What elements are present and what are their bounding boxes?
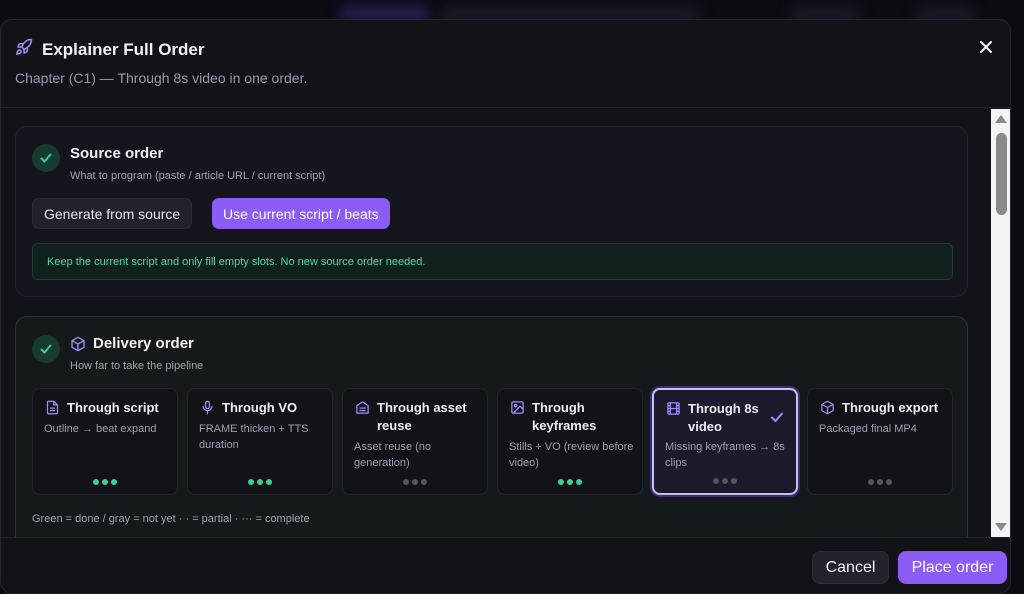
close-button[interactable] xyxy=(976,37,996,57)
place-order-button[interactable]: Place order xyxy=(898,551,1007,584)
film-icon xyxy=(666,401,681,416)
option-description: FRAME thicken + TTS duration xyxy=(199,423,309,451)
option-description: Packaged final MP4 xyxy=(819,423,917,435)
progress-dot-pending xyxy=(403,479,409,485)
image-icon xyxy=(510,400,525,415)
modal-title: Explainer Full Order xyxy=(42,39,205,59)
progress-dot-done xyxy=(558,479,564,485)
delivery-option-through-asset-reuse[interactable]: Through asset reuse Asset reuse (no gene… xyxy=(342,388,488,495)
source-order-description: What to program (paste / article URL / c… xyxy=(70,170,326,182)
delivery-option-through-vo[interactable]: Through VO FRAME thicken + TTS duration xyxy=(187,388,333,495)
delivery-option-through-script[interactable]: Through script Outline → beat expand xyxy=(32,388,178,495)
progress-dots xyxy=(498,479,642,485)
source-order-card: Source order What to program (paste / ar… xyxy=(15,126,968,297)
option-description: Outline → beat expand xyxy=(44,423,157,435)
check-circle-icon xyxy=(32,335,60,363)
progress-dot-pending xyxy=(421,479,427,485)
document-icon xyxy=(45,400,60,415)
delivery-order-title: Delivery order xyxy=(93,335,194,352)
modal-header: Explainer Full Order Chapter (C1) — Thro… xyxy=(1,20,1010,108)
delivery-order-description: How far to take the pipeline xyxy=(70,360,204,372)
progress-dot-done xyxy=(567,479,573,485)
option-description: Stills + VO (review before video) xyxy=(509,441,634,469)
progress-dot-done xyxy=(257,479,263,485)
option-description: Asset reuse (no generation) xyxy=(354,441,432,469)
progress-dot-done xyxy=(93,479,99,485)
option-title: Through 8s video xyxy=(688,401,759,434)
progress-dot-pending xyxy=(877,479,883,485)
modal-body: Source order What to program (paste / ar… xyxy=(1,109,991,537)
selected-check-icon xyxy=(770,410,784,424)
progress-dot-pending xyxy=(412,479,418,485)
title-row: Explainer Full Order xyxy=(15,38,205,61)
order-modal: Explainer Full Order Chapter (C1) — Thro… xyxy=(0,19,1011,594)
check-circle-icon xyxy=(32,144,60,172)
package-icon xyxy=(820,400,835,415)
progress-dots xyxy=(343,479,487,485)
progress-dot-pending xyxy=(886,479,892,485)
progress-dots xyxy=(654,478,796,484)
progress-dot-pending xyxy=(713,478,719,484)
progress-legend: Green = done / gray = not yet · · = part… xyxy=(32,513,310,525)
progress-dot-pending xyxy=(722,478,728,484)
delivery-order-card: Delivery order How far to take the pipel… xyxy=(15,316,968,537)
progress-dot-done xyxy=(266,479,272,485)
progress-dots xyxy=(808,479,952,485)
archive-icon xyxy=(355,400,370,415)
delivery-option-through-keyframes[interactable]: Through keyframes Stills + VO (review be… xyxy=(497,388,643,495)
close-icon xyxy=(980,41,992,53)
progress-dot-pending xyxy=(731,478,737,484)
delivery-option-through-export[interactable]: Through export Packaged final MP4 xyxy=(807,388,953,495)
progress-dots xyxy=(188,479,332,485)
progress-dot-done xyxy=(111,479,117,485)
cancel-button[interactable]: Cancel xyxy=(812,551,889,584)
package-icon xyxy=(70,336,86,352)
generate-from-source-button[interactable]: Generate from source xyxy=(32,198,193,229)
option-title: Through VO xyxy=(222,400,298,415)
option-title: Through script xyxy=(67,400,159,415)
source-order-title: Source order xyxy=(70,145,164,162)
scroll-up-icon[interactable] xyxy=(995,115,1007,123)
scrollbar[interactable] xyxy=(991,109,1010,537)
rocket-icon xyxy=(15,38,33,61)
scrollbar-thumb[interactable] xyxy=(996,133,1007,215)
progress-dot-done xyxy=(248,479,254,485)
scroll-down-icon[interactable] xyxy=(995,523,1007,531)
modal-subtitle: Chapter (C1) — Through 8s video in one o… xyxy=(15,70,308,86)
delivery-option-through-8s-video[interactable]: Through 8s video Missing keyframes → 8s … xyxy=(652,388,798,495)
progress-dot-done xyxy=(576,479,582,485)
option-title: Through keyframes xyxy=(532,400,597,433)
microphone-icon xyxy=(200,400,215,415)
modal-footer: Cancel Place order xyxy=(1,537,1010,593)
option-title: Through export xyxy=(842,400,939,415)
source-notice: Keep the current script and only fill em… xyxy=(32,243,953,280)
progress-dot-pending xyxy=(868,479,874,485)
progress-dot-done xyxy=(102,479,108,485)
option-description: Missing keyframes → 8s clips xyxy=(665,441,785,469)
use-current-script-button[interactable]: Use current script / beats xyxy=(212,198,390,229)
progress-dots xyxy=(33,479,177,485)
option-title: Through asset reuse xyxy=(377,400,467,433)
